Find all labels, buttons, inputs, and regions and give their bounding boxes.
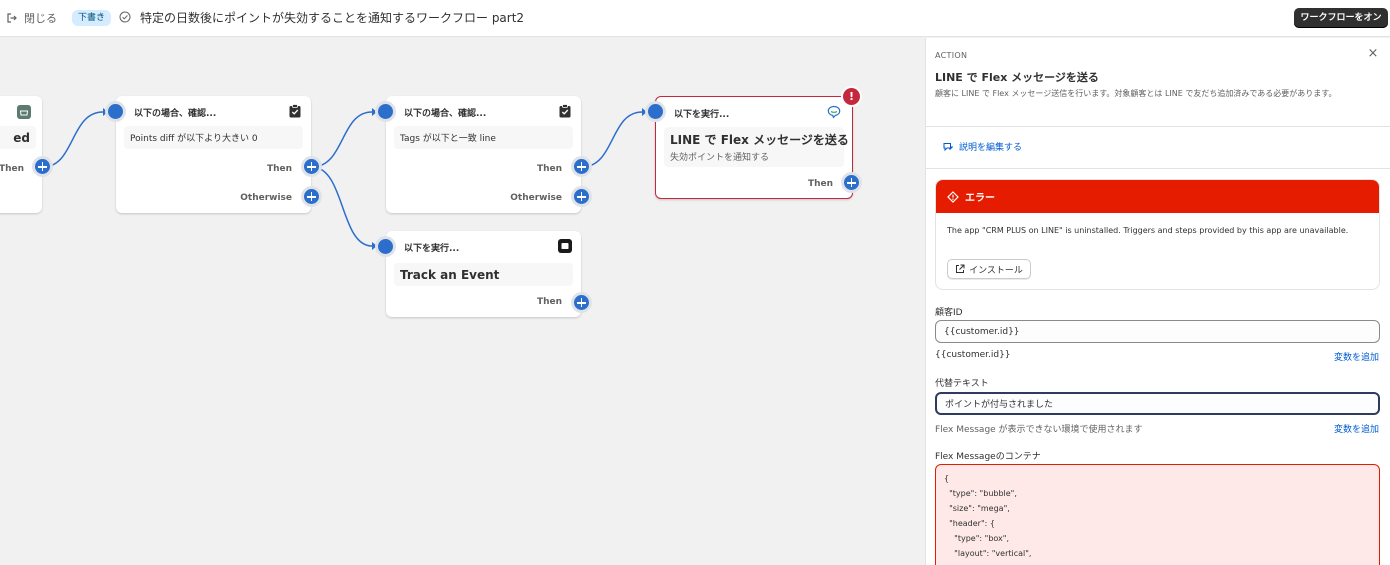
alt-text-label: 代替テキスト [935, 379, 989, 389]
add-variable-link[interactable]: 変数を追加 [1334, 350, 1379, 363]
check-circle-icon [119, 11, 131, 23]
install-label: インストール [969, 265, 1023, 276]
store-icon [17, 105, 31, 119]
alt-text-help: Flex Message が表示できない環境で使用されます [935, 425, 1143, 435]
workflow-canvas[interactable]: ed Then 以下の場合、確認... Points diff が以下より大きい… [0, 38, 925, 565]
action-title: Track an Event [394, 263, 573, 286]
add-step-button[interactable] [35, 159, 50, 174]
then-label: Then [807, 179, 833, 189]
add-otherwise-step-button[interactable] [574, 189, 589, 204]
input-handle[interactable] [378, 104, 393, 119]
card-header: 以下の場合、確認... [404, 109, 487, 119]
card-header: 以下を実行... [404, 244, 460, 254]
arrowhead [372, 108, 377, 116]
edit-description-link[interactable]: 説明を編集する [942, 140, 1022, 153]
divider [926, 126, 1390, 127]
trigger-card-body: ed [0, 126, 36, 149]
trigger-card[interactable]: ed Then [0, 96, 42, 213]
add-then-step-button[interactable] [574, 159, 589, 174]
add-step-button[interactable] [574, 295, 589, 310]
clipboard-check-icon [289, 104, 301, 118]
add-variable-link[interactable]: 変数を追加 [1334, 422, 1379, 435]
then-label: Then [536, 297, 562, 307]
flex-container-label: Flex Messageのコンテナ [935, 452, 1041, 462]
close-panel-button[interactable]: × [1366, 47, 1380, 61]
status-badge: 下書き [72, 10, 112, 26]
action-subtitle: 失効ポイントを通知する [670, 153, 770, 163]
section-label: ACTION [935, 51, 968, 60]
action-title: LINE で Flex メッセージを送る [670, 133, 849, 147]
app-icon [558, 239, 572, 253]
error-banner-header: エラー [936, 180, 1379, 213]
then-label: Then [0, 164, 24, 174]
arrowhead [372, 242, 377, 250]
alert-diamond-icon [947, 190, 959, 203]
connector-trigger-to-condition1 [42, 111, 104, 168]
error-message: The app "CRM PLUS on LINE" is uninstalle… [947, 226, 1349, 235]
edit-comment-icon [943, 142, 953, 151]
external-link-icon [956, 264, 965, 273]
input-handle[interactable] [108, 104, 123, 119]
condition-card-tags[interactable]: 以下の場合、確認... Tags が以下と一致 line Then Otherw… [386, 96, 581, 213]
error-alert-icon: ! [843, 88, 860, 105]
connector-condition2-to-line [581, 111, 643, 168]
customer-id-preview: {{customer.id}} [935, 350, 1011, 360]
connector-condition1-to-track [311, 166, 373, 247]
error-banner: エラー The app "CRM PLUS on LINE" is uninst… [935, 179, 1380, 290]
flex-container-editor[interactable]: { "type": "bubble", "size": "mega", "hea… [935, 464, 1380, 565]
action-card-line-flex[interactable]: 以下を実行... LINE で Flex メッセージを送る 失効ポイントを通知す… [655, 96, 853, 199]
action-settings-panel: ACTION × LINE で Flex メッセージを送る 顧客に LINE で… [925, 38, 1390, 565]
install-button[interactable]: インストール [947, 259, 1031, 279]
divider [926, 168, 1390, 169]
action-card-track-event[interactable]: 以下を実行... Track an Event Then [386, 231, 581, 317]
error-title: エラー [965, 193, 995, 204]
card-header: 以下を実行... [674, 110, 730, 120]
customer-id-label: 顧客ID [935, 308, 963, 318]
then-label: Then [536, 164, 562, 174]
action-body: LINE で Flex メッセージを送る 失効ポイントを通知する [664, 127, 849, 167]
condition-text: Tags が以下と一致 line [394, 126, 573, 149]
clipboard-check-icon [559, 104, 571, 118]
otherwise-label: Otherwise [240, 193, 292, 203]
add-otherwise-step-button[interactable] [304, 189, 319, 204]
exit-icon [7, 13, 17, 23]
input-handle[interactable] [378, 239, 393, 254]
close-label: 閉じる [24, 12, 57, 25]
arrowhead [642, 108, 647, 116]
connector-condition1-to-condition2 [311, 111, 373, 168]
customer-id-input[interactable] [935, 320, 1380, 343]
page-title: 特定の日数後にポイントが失効することを通知するワークフロー part2 [140, 11, 525, 25]
condition-text: Points diff が以下より大きい 0 [124, 126, 303, 149]
panel-title: LINE で Flex メッセージを送る [935, 71, 1099, 84]
condition-card-points[interactable]: 以下の場合、確認... Points diff が以下より大きい 0 Then … [116, 96, 311, 213]
top-bar: 閉じる 下書き 特定の日数後にポイントが失効することを通知するワークフロー pa… [0, 0, 1390, 37]
add-then-step-button[interactable] [304, 159, 319, 174]
turn-on-workflow-button[interactable]: ワークフローをオン [1294, 8, 1388, 28]
add-step-button[interactable] [844, 175, 859, 190]
panel-description: 顧客に LINE で Flex メッセージ送信を行います。対象顧客とは LINE… [935, 89, 1337, 98]
edit-description-label: 説明を編集する [959, 143, 1023, 153]
card-header: 以下の場合、確認... [134, 109, 217, 119]
otherwise-label: Otherwise [510, 193, 562, 203]
close-button[interactable]: 閉じる [6, 9, 57, 27]
input-handle[interactable] [648, 104, 663, 119]
then-label: Then [266, 164, 292, 174]
chat-bubble-icon [827, 105, 841, 119]
alt-text-input[interactable] [935, 392, 1380, 415]
